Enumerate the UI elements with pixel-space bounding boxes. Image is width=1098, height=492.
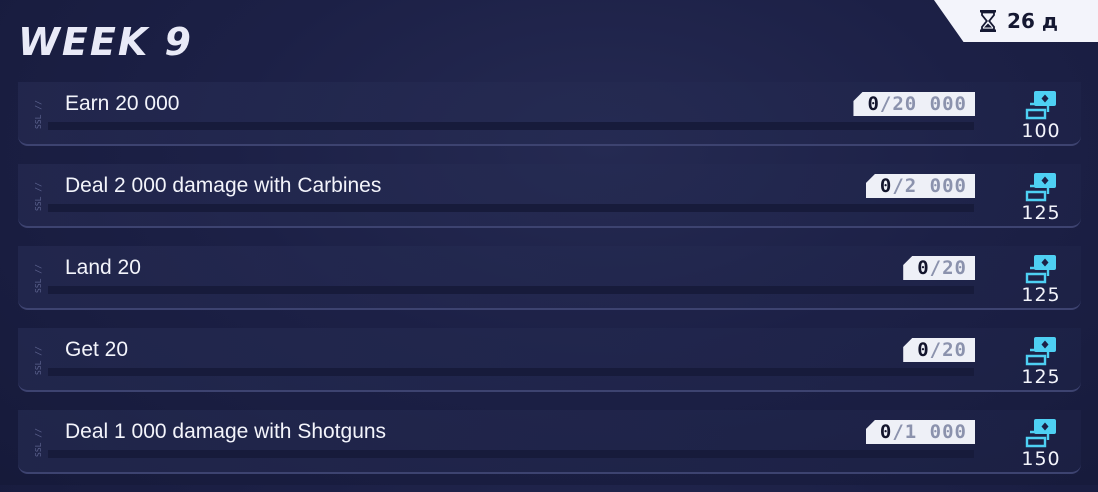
quest-side-tag: SSL // (34, 428, 43, 458)
quest-reward: 125 (1019, 170, 1063, 228)
cards-icon (1025, 91, 1056, 120)
quest-progress-track (48, 450, 974, 458)
reward-amount: 150 (1021, 448, 1061, 470)
quest-label: Land 20 (65, 256, 141, 279)
quest-label: Deal 2 000 damage with Carbines (65, 174, 382, 197)
progress-goal: 1 000 (904, 421, 967, 443)
week-title: WEEK 9 (18, 20, 193, 64)
progress-goal: 2 000 (904, 175, 967, 197)
quest-side-tag: SSL // (34, 264, 43, 294)
progress-current: 0 (879, 421, 893, 443)
progress-current: 0 (917, 339, 930, 361)
reward-amount: 125 (1021, 202, 1061, 224)
quest-label: Earn 20 000 (65, 92, 180, 115)
quest-reward: 150 (1019, 416, 1063, 474)
quest-progress-counter: 0/20 000 (853, 92, 975, 116)
quest-progress-track (48, 204, 974, 212)
time-remaining-badge: 26 д (934, 0, 1098, 42)
quest-progress-counter: 0/20 (903, 338, 975, 362)
quest-item[interactable]: SSL // Get 20 0/20 125 (18, 328, 1081, 392)
cards-icon (1025, 173, 1056, 202)
cards-icon (1025, 337, 1056, 366)
quest-progress-track (48, 368, 974, 376)
progress-goal: 20 (942, 339, 967, 361)
reward-amount: 125 (1021, 366, 1061, 388)
cards-icon (1025, 255, 1056, 284)
progress-current: 0 (917, 257, 930, 279)
quest-reward: 125 (1019, 334, 1063, 392)
quest-label: Deal 1 000 damage with Shotguns (65, 420, 387, 443)
quest-progress-track (48, 286, 974, 294)
progress-current: 0 (867, 93, 880, 115)
quest-side-tag: SSL // (34, 182, 43, 212)
quest-list: SSL // Earn 20 000 0/20 000 100 SSL // D… (18, 82, 1081, 492)
quest-side-tag: SSL // (34, 100, 43, 130)
quest-progress-counter: 0/20 (903, 256, 975, 280)
quest-progress-counter: 0/2 000 (865, 174, 975, 198)
quest-progress-counter: 0/1 000 (865, 420, 975, 444)
quest-reward: 125 (1019, 252, 1063, 310)
quest-item[interactable]: SSL // Deal 1 000 damage with Shotguns 0… (18, 410, 1081, 474)
quest-side-tag: SSL // (34, 346, 43, 376)
quest-item[interactable]: SSL // Deal 2 000 damage with Carbines 0… (18, 164, 1081, 228)
quest-item[interactable]: SSL // Land 20 0/20 125 (18, 246, 1081, 310)
progress-goal: 20 000 (892, 93, 967, 115)
quest-progress-track (48, 122, 974, 130)
time-remaining-text: 26 д (1007, 9, 1058, 33)
quest-reward: 100 (1019, 88, 1063, 146)
cards-icon (1025, 419, 1056, 448)
progress-current: 0 (879, 175, 893, 197)
progress-goal: 20 (942, 257, 967, 279)
reward-amount: 125 (1021, 284, 1061, 306)
quest-label: Get 20 (65, 338, 129, 361)
hourglass-icon (980, 10, 997, 32)
quest-item[interactable]: SSL // Earn 20 000 0/20 000 100 (18, 82, 1081, 146)
reward-amount: 100 (1021, 120, 1061, 142)
